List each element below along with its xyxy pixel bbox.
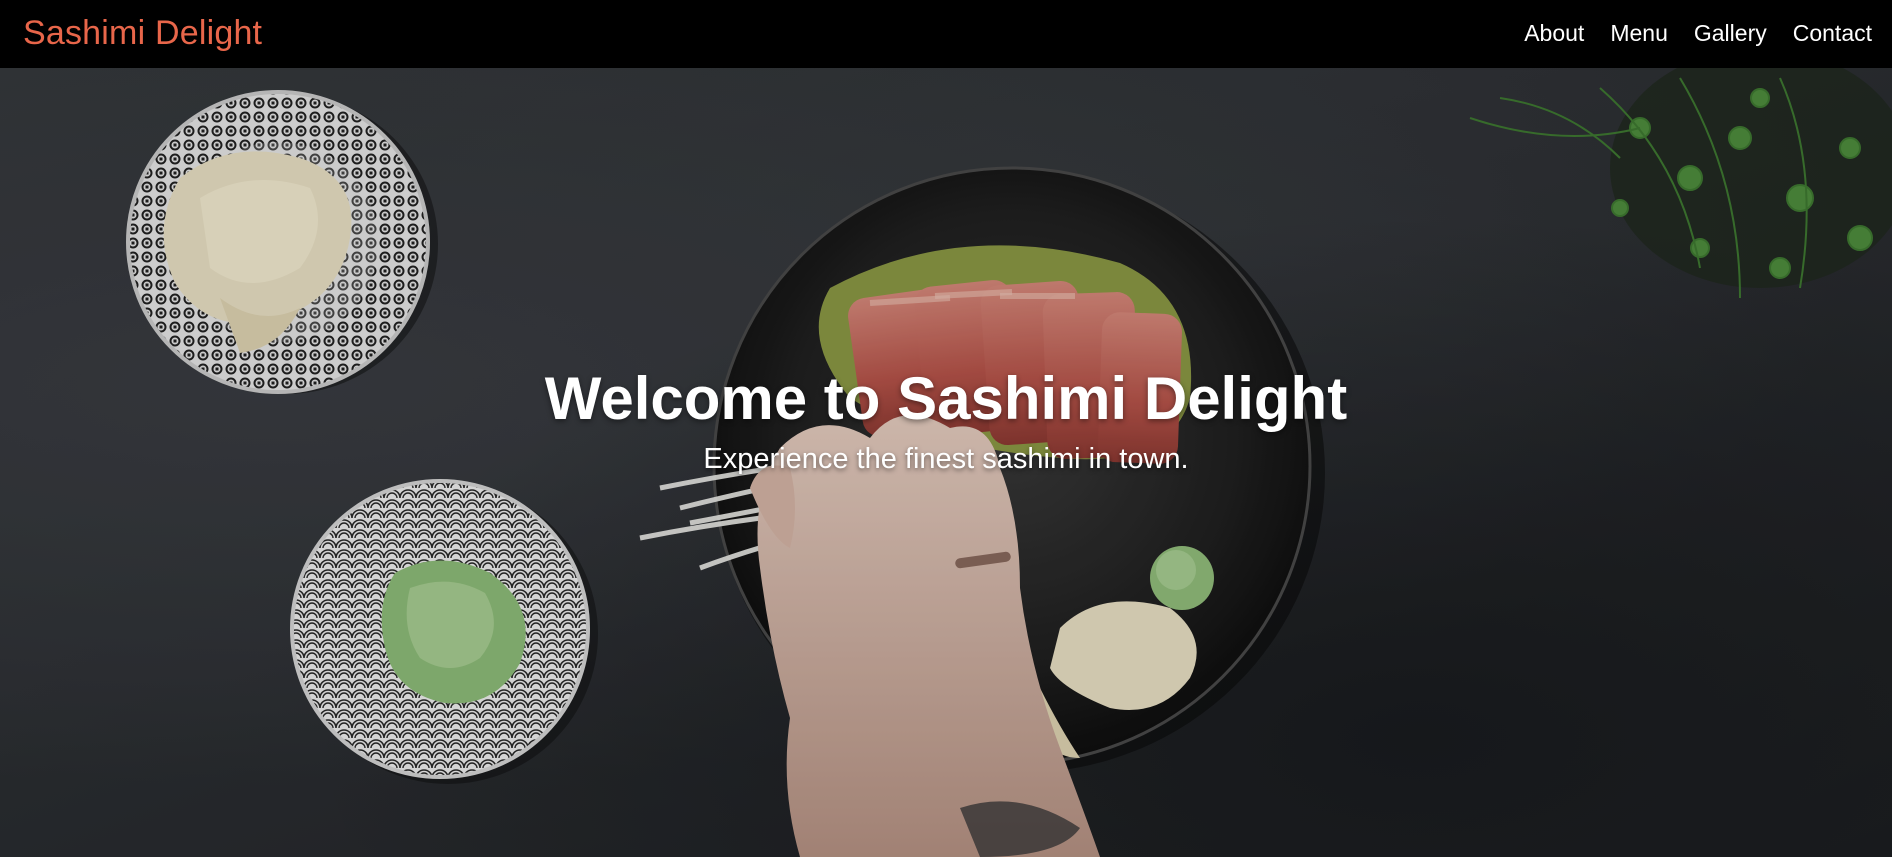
nav-link-gallery[interactable]: Gallery: [1694, 20, 1767, 47]
nav-links: About Menu Gallery Contact: [1524, 20, 1872, 47]
nav-link-about[interactable]: About: [1524, 20, 1584, 47]
hero-subtitle: Experience the finest sashimi in town.: [703, 443, 1189, 475]
brand-logo[interactable]: Sashimi Delight: [23, 14, 262, 53]
nav-link-menu[interactable]: Menu: [1610, 20, 1668, 47]
hero-title: Welcome to Sashimi Delight: [544, 365, 1348, 432]
navbar: Sashimi Delight About Menu Gallery Conta…: [0, 0, 1892, 68]
nav-link-contact[interactable]: Contact: [1793, 20, 1872, 47]
hero-section: Welcome to Sashimi Delight Experience th…: [0, 68, 1892, 857]
